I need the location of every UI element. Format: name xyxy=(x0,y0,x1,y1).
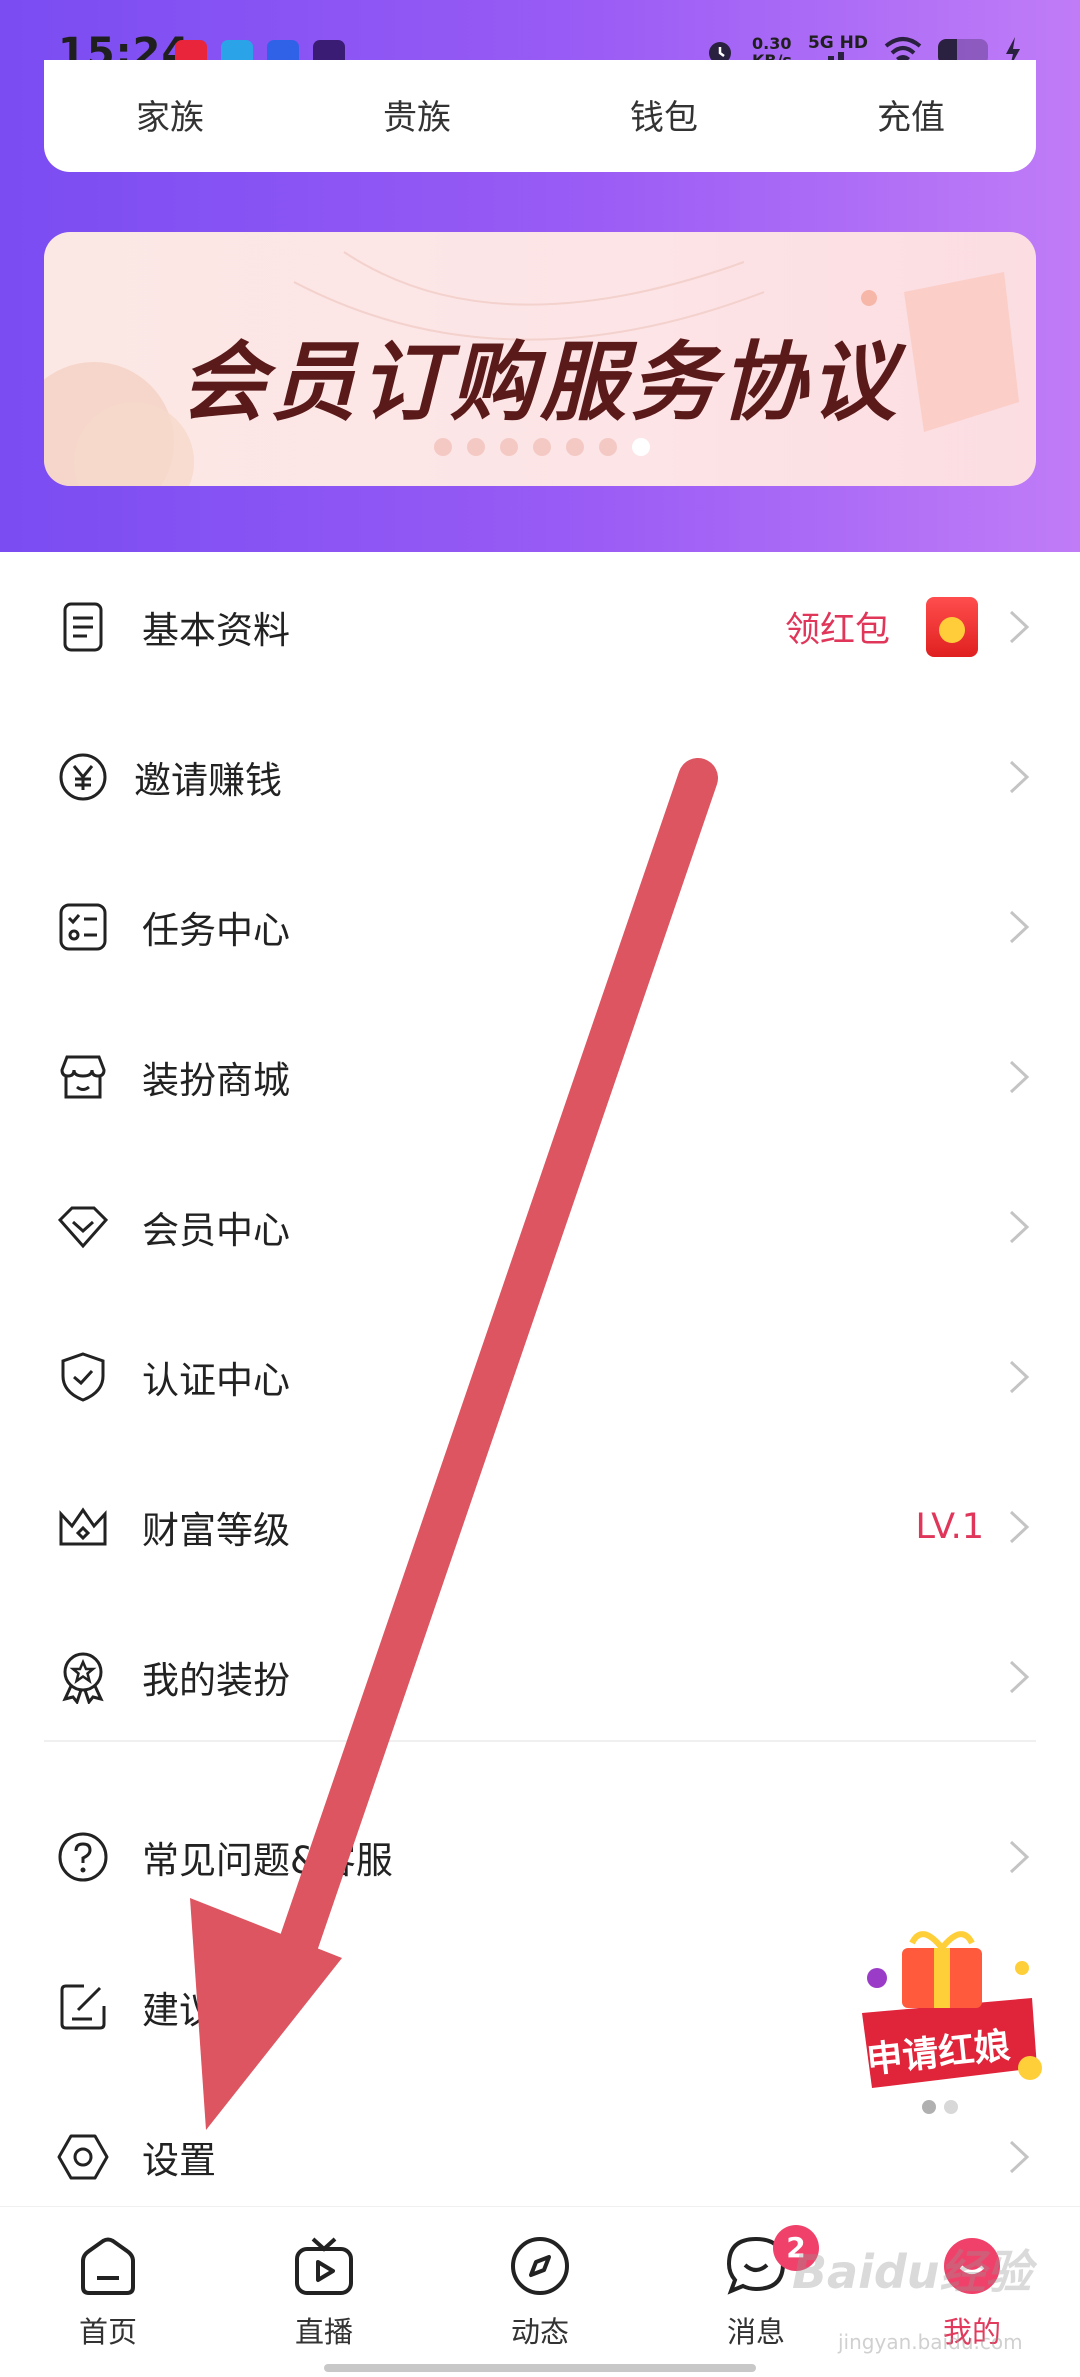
chevron-right-icon xyxy=(1009,1210,1030,1244)
nav-label: 直播 xyxy=(294,2315,353,2349)
yen-circle-icon xyxy=(59,753,107,801)
menu-label: 财富等级 xyxy=(142,1509,290,1552)
menu-label: 设置 xyxy=(142,2139,216,2182)
edit-square-icon xyxy=(60,1984,106,2030)
menu-item-dress-shop[interactable]: 装扮商城 xyxy=(0,1002,1080,1152)
menu-label: 建议反馈 xyxy=(142,1989,290,2032)
menu-item-vip-center[interactable]: 会员中心 xyxy=(0,1152,1080,1302)
banner-dot xyxy=(566,438,584,456)
banner-title: 会员订购服务协议 xyxy=(180,333,900,433)
banner-pagination xyxy=(434,438,650,456)
nav-label: 动态 xyxy=(510,2315,569,2349)
menu-label: 基本资料 xyxy=(142,609,290,652)
quick-link-wallet[interactable]: 钱包 xyxy=(584,90,744,139)
shield-check-icon xyxy=(61,1352,105,1402)
banner-dot xyxy=(533,438,551,456)
home-indicator[interactable] xyxy=(324,2364,756,2372)
profile-doc-icon xyxy=(63,602,103,652)
banner-dot xyxy=(467,438,485,456)
settings-hexagon-icon xyxy=(57,2134,109,2180)
menu-item-basic-info[interactable]: 基本资料 领红包 xyxy=(0,552,1080,702)
quick-link-nobility[interactable]: 贵族 xyxy=(337,90,497,139)
badge-star-icon xyxy=(62,1652,104,1704)
chevron-right-icon xyxy=(1009,1660,1030,1694)
menu-item-faq-support[interactable]: 常见问题&客服 xyxy=(0,1782,1080,1932)
checklist-icon xyxy=(59,903,107,951)
menu-label: 会员中心 xyxy=(142,1209,290,1252)
chevron-right-icon xyxy=(1009,1360,1030,1394)
promo-dot xyxy=(944,2100,958,2114)
quick-link-recharge[interactable]: 充值 xyxy=(831,90,991,139)
chevron-right-icon xyxy=(1009,610,1030,644)
home-icon xyxy=(81,2237,135,2295)
chevron-right-icon xyxy=(1009,1510,1030,1544)
compass-icon xyxy=(511,2237,569,2295)
red-packet-icon[interactable] xyxy=(926,597,978,657)
chevron-right-icon xyxy=(1009,910,1030,944)
question-circle-icon xyxy=(58,1832,108,1882)
menu-item-verification[interactable]: 认证中心 xyxy=(0,1302,1080,1452)
promo-pagination xyxy=(922,2100,958,2114)
menu-label: 任务中心 xyxy=(142,909,290,952)
menu-label: 装扮商城 xyxy=(142,1059,290,1102)
nav-feed[interactable]: 动态 xyxy=(465,2233,615,2351)
menu-item-invite[interactable]: 邀请赚钱 xyxy=(0,702,1080,852)
banner-dot-active xyxy=(632,438,650,456)
section-divider xyxy=(44,1740,1036,1742)
tv-play-icon xyxy=(295,2237,353,2295)
speed-value: 0.30 xyxy=(751,34,792,53)
red-packet-text[interactable]: 领红包 xyxy=(785,602,890,653)
nav-label: 消息 xyxy=(726,2315,785,2349)
promo-dot-active xyxy=(922,2100,936,2114)
menu-label: 认证中心 xyxy=(142,1359,290,1402)
nav-label: 首页 xyxy=(78,2315,137,2349)
menu-label: 常见问题&客服 xyxy=(142,1839,393,1882)
nav-home[interactable]: 首页 xyxy=(33,2233,183,2351)
crown-icon xyxy=(59,1507,107,1546)
menu-item-wealth-level[interactable]: 财富等级 LV.1 xyxy=(0,1452,1080,1602)
quick-links-card: 家族 贵族 钱包 充值 xyxy=(44,60,1036,172)
banner-dot xyxy=(599,438,617,456)
chevron-right-icon xyxy=(1009,760,1030,794)
banner-dot xyxy=(500,438,518,456)
banner-dot xyxy=(434,438,452,456)
nav-live[interactable]: 直播 xyxy=(249,2233,399,2351)
network-type: 5G HD xyxy=(807,33,868,53)
watermark: Baidu经验 xyxy=(792,2245,1032,2299)
promo-banner[interactable]: 会员订购服务协议 xyxy=(44,232,1036,486)
chevron-right-icon xyxy=(1009,1840,1030,1874)
diamond-icon xyxy=(57,1206,109,1249)
watermark-url: jingyan.baidu.com xyxy=(838,2330,1023,2354)
shop-icon xyxy=(60,1055,106,1099)
wealth-level-value: LV.1 xyxy=(915,1507,984,1547)
chevron-right-icon xyxy=(1009,1060,1030,1094)
menu-item-task-center[interactable]: 任务中心 xyxy=(0,852,1080,1002)
chevron-right-icon xyxy=(1009,2140,1030,2174)
matchmaker-promo[interactable]: 申请红娘 xyxy=(842,1918,1047,2098)
quick-link-family[interactable]: 家族 xyxy=(90,90,250,139)
menu-item-my-dress[interactable]: 我的装扮 xyxy=(0,1602,1080,1752)
menu-label: 邀请赚钱 xyxy=(134,759,282,802)
menu-label: 我的装扮 xyxy=(142,1659,290,1702)
